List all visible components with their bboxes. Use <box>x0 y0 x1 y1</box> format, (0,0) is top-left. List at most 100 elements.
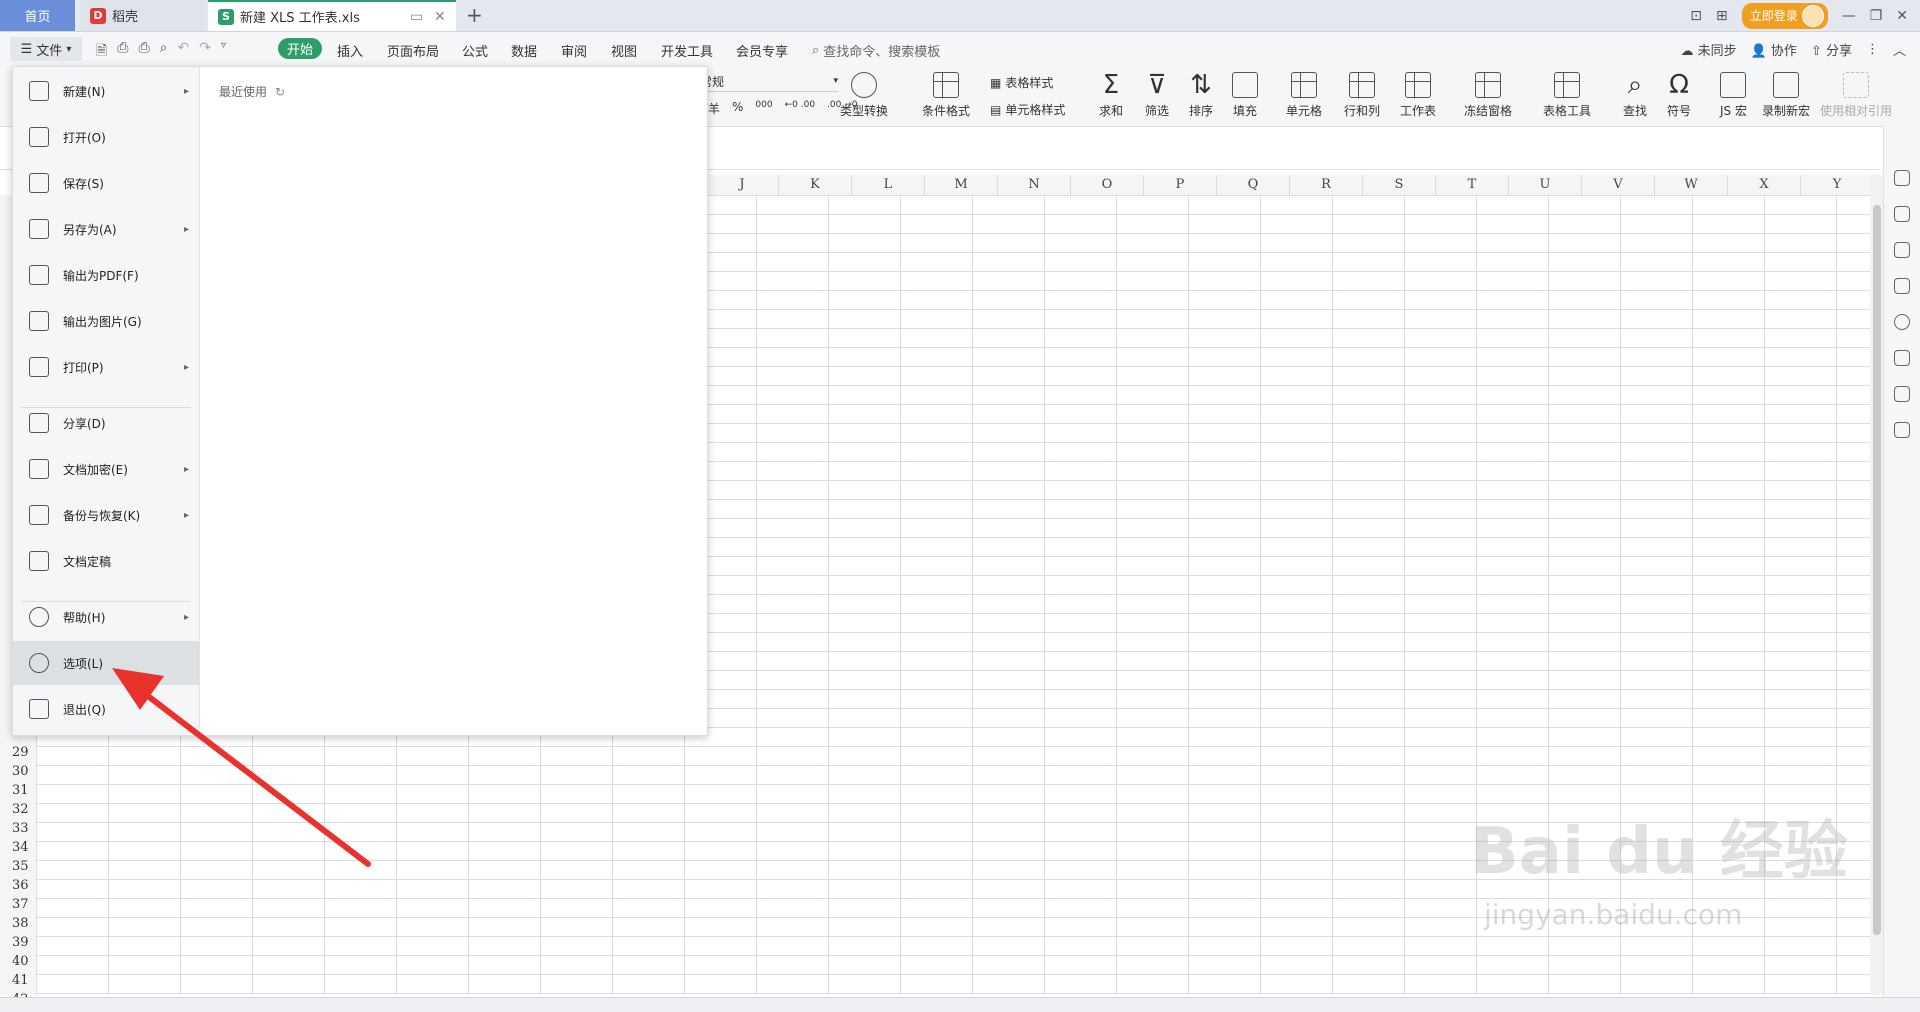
more-icon[interactable]: ⋮ <box>1866 42 1879 57</box>
column-header-cell[interactable]: R <box>1290 175 1363 195</box>
file-menu-item-export-image[interactable]: 输出为图片(G) <box>13 299 199 343</box>
cell-style-button[interactable]: ▤ 单元格样式 <box>990 101 1065 118</box>
row-number[interactable]: 32 <box>0 802 36 817</box>
rocket-icon[interactable] <box>1894 170 1910 186</box>
file-menu-item-print[interactable]: 打印(P) ▸ <box>13 345 199 389</box>
row-number[interactable]: 38 <box>0 916 36 931</box>
increase-decimal-button[interactable]: ←0 .00 <box>785 100 815 117</box>
row-number[interactable]: 35 <box>0 859 36 874</box>
ribbon-tab-member[interactable]: 会员专享 <box>736 41 788 60</box>
filter-button[interactable]: ⊽ 筛选 <box>1144 66 1170 119</box>
refresh-icon[interactable]: ↻ <box>275 85 285 99</box>
help-icon[interactable] <box>1894 314 1910 330</box>
location-icon[interactable] <box>1894 386 1910 402</box>
book-icon[interactable] <box>1894 422 1910 438</box>
freeze-panes-button[interactable]: 冻结窗格 <box>1464 66 1512 119</box>
new-tab-button[interactable]: + <box>466 3 483 27</box>
table-tools-button[interactable]: 表格工具 <box>1543 66 1591 119</box>
currency-button[interactable]: 羊 <box>708 100 720 117</box>
file-menu-item-exit[interactable]: 退出(Q) <box>13 687 199 731</box>
cell-button[interactable]: 单元格 <box>1286 66 1322 119</box>
row-number[interactable]: 41 <box>0 973 36 988</box>
collab-button[interactable]: 👤 协作 <box>1751 40 1797 59</box>
file-menu-item-new[interactable]: 新建(N) ▸ <box>13 69 199 113</box>
file-menu-button[interactable]: ☰ 文件 ▾ <box>10 37 82 61</box>
print-quick-icon[interactable]: ⎙ <box>138 40 149 64</box>
file-menu-item-options[interactable]: 选项(L) <box>13 641 199 685</box>
login-button[interactable]: 立即登录 <box>1741 2 1828 29</box>
share-button[interactable]: ⇧ 分享 <box>1811 40 1852 59</box>
column-header-cell[interactable]: O <box>1071 175 1144 195</box>
restore-icon[interactable]: ❐ <box>1870 8 1883 24</box>
sum-button[interactable]: Σ 求和 <box>1098 66 1124 119</box>
rowcol-button[interactable]: 行和列 <box>1344 66 1380 119</box>
settings-sliders-icon[interactable] <box>1894 242 1910 258</box>
number-format-select[interactable]: 常规 ▾ <box>700 71 838 92</box>
row-number[interactable]: 39 <box>0 935 36 950</box>
file-menu-item-save-as[interactable]: 另存为(A) ▸ <box>13 207 199 251</box>
collapse-ribbon-icon[interactable]: ︿ <box>1893 40 1906 59</box>
undo-icon[interactable]: ↶ <box>178 40 190 64</box>
ribbon-tab-page-layout[interactable]: 页面布局 <box>387 41 439 60</box>
ribbon-tab-view[interactable]: 视图 <box>611 41 637 60</box>
sort-button[interactable]: ⇅ 排序 <box>1188 66 1214 119</box>
column-header-cell[interactable]: Y <box>1801 175 1874 195</box>
redo-icon[interactable]: ↷ <box>199 40 211 64</box>
column-header-cell[interactable]: S <box>1363 175 1436 195</box>
sync-button[interactable]: ☁ 未同步 <box>1680 40 1736 59</box>
table-style-button[interactable]: ▦ 表格样式 <box>990 74 1053 91</box>
tab-home[interactable]: 首页 <box>0 0 75 31</box>
tab-daoke[interactable]: D 稻壳 <box>80 0 204 31</box>
vertical-scrollbar[interactable] <box>1870 175 1884 995</box>
customize-icon[interactable]: ▿ <box>221 40 226 64</box>
thousands-button[interactable]: 000 <box>755 100 772 117</box>
record-macro-button[interactable]: 录制新宏 <box>1762 66 1810 119</box>
file-menu-item-open[interactable]: 打开(O) <box>13 115 199 159</box>
file-menu-item-finalize[interactable]: 文档定稿 <box>13 539 199 583</box>
pin-icon[interactable]: ▭ <box>410 9 423 25</box>
percent-button[interactable]: % <box>732 100 743 117</box>
column-header-cell[interactable]: W <box>1655 175 1728 195</box>
column-header-cell[interactable]: U <box>1509 175 1582 195</box>
ribbon-tab-data[interactable]: 数据 <box>511 41 537 60</box>
ribbon-tab-start[interactable]: 开始 <box>278 38 322 59</box>
conditional-format-button[interactable]: 条件格式 <box>922 66 970 119</box>
column-header-cell[interactable]: V <box>1582 175 1655 195</box>
close-window-icon[interactable]: ✕ <box>1896 8 1908 24</box>
find-button[interactable]: ⌕ 查找 <box>1622 66 1648 119</box>
row-number[interactable]: 33 <box>0 821 36 836</box>
column-header-cell[interactable]: P <box>1144 175 1217 195</box>
relative-ref-button[interactable]: 使用相对引用 <box>1820 66 1892 119</box>
file-menu-item-backup[interactable]: 备份与恢复(K) ▸ <box>13 493 199 537</box>
row-number[interactable]: 30 <box>0 764 36 779</box>
preview-quick-icon[interactable]: ⌕ <box>160 40 168 64</box>
tab-file-active[interactable]: S 新建 XLS 工作表.xls ▭ ✕ <box>208 0 456 31</box>
cursor-icon[interactable] <box>1894 206 1910 222</box>
ribbon-tab-formula[interactable]: 公式 <box>462 41 488 60</box>
column-header-cell[interactable]: X <box>1728 175 1801 195</box>
file-menu-item-save[interactable]: 保存(S) <box>13 161 199 205</box>
layout-icon[interactable]: ⊡ <box>1690 8 1702 24</box>
column-header-cell[interactable]: J <box>706 175 779 195</box>
image-icon[interactable] <box>1894 350 1910 366</box>
row-number[interactable]: 37 <box>0 897 36 912</box>
column-header-cell[interactable]: M <box>925 175 998 195</box>
file-menu-item-export-pdf[interactable]: 输出为PDF(F) <box>13 253 199 297</box>
column-header-cell[interactable]: N <box>998 175 1071 195</box>
column-header-cell[interactable]: Q <box>1217 175 1290 195</box>
ribbon-tab-developer[interactable]: 开发工具 <box>661 41 713 60</box>
close-tab-icon[interactable]: ✕ <box>434 9 446 25</box>
ribbon-tab-insert[interactable]: 插入 <box>337 41 363 60</box>
minimize-icon[interactable]: — <box>1842 8 1856 24</box>
worksheet-button[interactable]: 工作表 <box>1400 66 1436 119</box>
row-number[interactable]: 36 <box>0 878 36 893</box>
fill-button[interactable]: 填充 <box>1232 66 1258 119</box>
crop-icon[interactable] <box>1894 278 1910 294</box>
command-search[interactable]: ⌕ 查找命令、搜索模板 <box>812 41 940 60</box>
scrollbar-thumb[interactable] <box>1873 205 1881 935</box>
column-header-cell[interactable]: L <box>852 175 925 195</box>
save-quick-icon[interactable]: 🗎 <box>96 40 107 64</box>
export-quick-icon[interactable]: ⎙ <box>117 40 128 64</box>
ribbon-tab-review[interactable]: 审阅 <box>561 41 587 60</box>
row-number[interactable]: 40 <box>0 954 36 969</box>
